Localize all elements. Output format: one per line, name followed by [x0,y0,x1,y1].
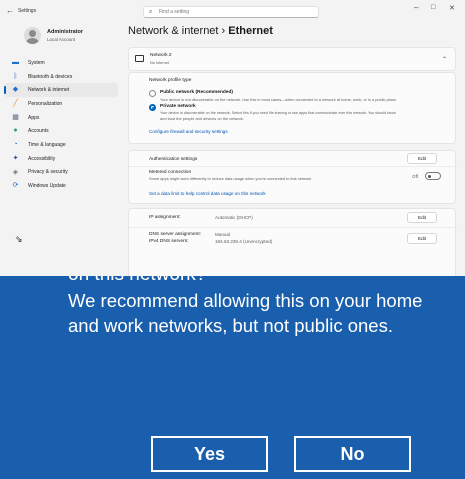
profile-account-type: Local Account [47,37,76,42]
search-input[interactable]: ⌕ Find a setting [143,6,319,18]
dns-assignment-label: DNS server assignment: [149,232,201,237]
network-name: Network 2 [150,53,172,58]
ipv4-dns-value: 194.63.239.4 (Unencrypted) [215,239,273,244]
accessibility-icon: ✦ [12,154,19,162]
sidebar-item-label: Windows Update [28,183,66,190]
close-button[interactable]: ✕ [449,4,455,12]
bluetooth-icon: ᛒ [13,72,18,80]
sidebar-item-system[interactable]: ▬ System [4,56,118,70]
minimize-button[interactable]: – [414,3,418,12]
sidebar-item-label: Accounts [28,128,49,135]
private-network-desc-2: and trust the people and devices on the … [160,115,244,121]
metered-toggle-state: Off [412,174,419,179]
ip-settings-card: IP assignment: Automatic (DHCP) Edit DNS… [128,208,457,276]
sidebar-item-label: System [28,59,45,66]
back-arrow-icon[interactable]: ← [6,6,14,15]
chevron-up-icon[interactable]: ⌃ [442,56,447,63]
sidebar-item-label: Time & language [28,141,66,148]
search-icon: ⌕ [149,9,153,15]
globe-clock-icon: ◔ [13,141,18,149]
yes-button[interactable]: Yes [151,436,268,472]
network-status: No internet [150,60,170,65]
person-icon: ● [13,127,18,135]
monitor-icon: ▬ [12,59,19,66]
auth-edit-button[interactable]: Edit [407,153,437,164]
network-profile-card: Network profile type Public network (Rec… [128,72,456,144]
sidebar-item-label: Privacy & security [28,169,68,176]
sidebar-item-windows-update[interactable]: ⟳ Windows Update [4,179,118,193]
wifi-icon: ◆ [12,86,19,94]
breadcrumb: Network & internet › Ethernet [128,25,273,37]
apps-icon: ▦ [12,113,19,121]
search-placeholder: Find a setting [159,9,190,15]
data-limit-link[interactable]: Set a data limit to help control data us… [149,191,266,196]
dns-assignment-value: Manual [215,232,231,237]
public-network-desc: Your device is not discoverable on the n… [160,96,397,102]
no-button[interactable]: No [294,436,411,472]
mouse-cursor-icon: ⇘ [15,234,23,244]
ip-assignment-value: Automatic (DHCP) [215,215,253,220]
firewall-settings-link[interactable]: Configure firewall and security settings [149,129,228,134]
auth-settings-label: Authentication settings [149,157,198,162]
settings-window: ← Settings ⌕ Find a setting – □ ✕ Admini… [0,0,465,276]
ip-assignment-label: IP assignment: [149,215,181,220]
sidebar-item-label: Bluetooth & devices [28,73,73,80]
sidebar-item-accessibility[interactable]: ✦ Accessibility [4,152,118,166]
public-network-radio[interactable] [149,90,156,97]
connection-settings-card: Authentication settings Edit Metered con… [128,150,457,204]
ipv4-dns-label: IPv4 DNS servers: [149,239,189,244]
sidebar-item-label: Apps [28,114,40,121]
page-title: Ethernet [228,25,273,37]
profile-name: Administrator [47,29,84,35]
avatar [24,27,41,44]
metered-connection-label: Metered connection [149,170,192,175]
dns-edit-button[interactable]: Edit [407,233,437,244]
private-network-label: Private network [160,104,196,109]
sidebar-item-personalization[interactable]: ╱ Personalization [4,97,118,111]
app-title: Settings [18,8,37,14]
maximize-button[interactable]: □ [431,4,435,11]
sidebar-item-network-internet[interactable]: ◆ Network & internet [4,83,118,98]
sidebar-item-label: Network & internet [28,87,70,94]
sidebar-item-label: Accessibility [28,155,56,162]
update-icon: ⟳ [12,182,19,190]
divider [129,166,457,167]
breadcrumb-parent[interactable]: Network & internet [128,25,218,37]
sidebar-item-time-language[interactable]: ◔ Time & language [4,138,118,152]
breadcrumb-separator: › [221,25,226,37]
prompt-message: We recommend allowing this on your home … [68,290,423,336]
ip-edit-button[interactable]: Edit [407,212,437,223]
brush-icon: ╱ [13,100,18,108]
user-profile[interactable]: Administrator Local Account [24,26,124,46]
ethernet-monitor-icon [135,55,144,62]
sidebar-item-privacy-security[interactable]: ◈ Privacy & security [4,166,118,180]
sidebar-item-bluetooth-devices[interactable]: ᛒ Bluetooth & devices [4,70,118,84]
sidebar-item-label: Personalization [28,100,63,107]
prompt-question-partial: on this network? [68,276,206,286]
settings-content: Network 2 No internet ⌃ Network profile … [128,44,457,276]
metered-connection-desc: Some apps might work differently to redu… [149,176,312,181]
sidebar-item-apps[interactable]: ▦ Apps [4,111,118,125]
sidebar-nav: ▬ System ᛒ Bluetooth & devices ◆ Network & in… [0,56,122,193]
metered-toggle[interactable] [425,172,441,180]
shield-icon: ◈ [12,168,19,176]
network-header-card[interactable]: Network 2 No internet ⌃ [128,47,456,71]
network-discovery-prompt: on this network? We recommend allowing t… [0,276,465,479]
profile-type-heading: Network profile type [149,78,192,83]
sidebar-item-accounts[interactable]: ● Accounts [4,124,118,138]
title-bar: ← Settings ⌕ Find a setting – □ ✕ [0,0,465,22]
public-network-label: Public network (Recommended) [160,90,234,95]
private-network-radio[interactable] [149,104,156,111]
private-network-desc-1: Your device is discoverable on the netwo… [160,110,396,115]
divider [129,227,457,228]
